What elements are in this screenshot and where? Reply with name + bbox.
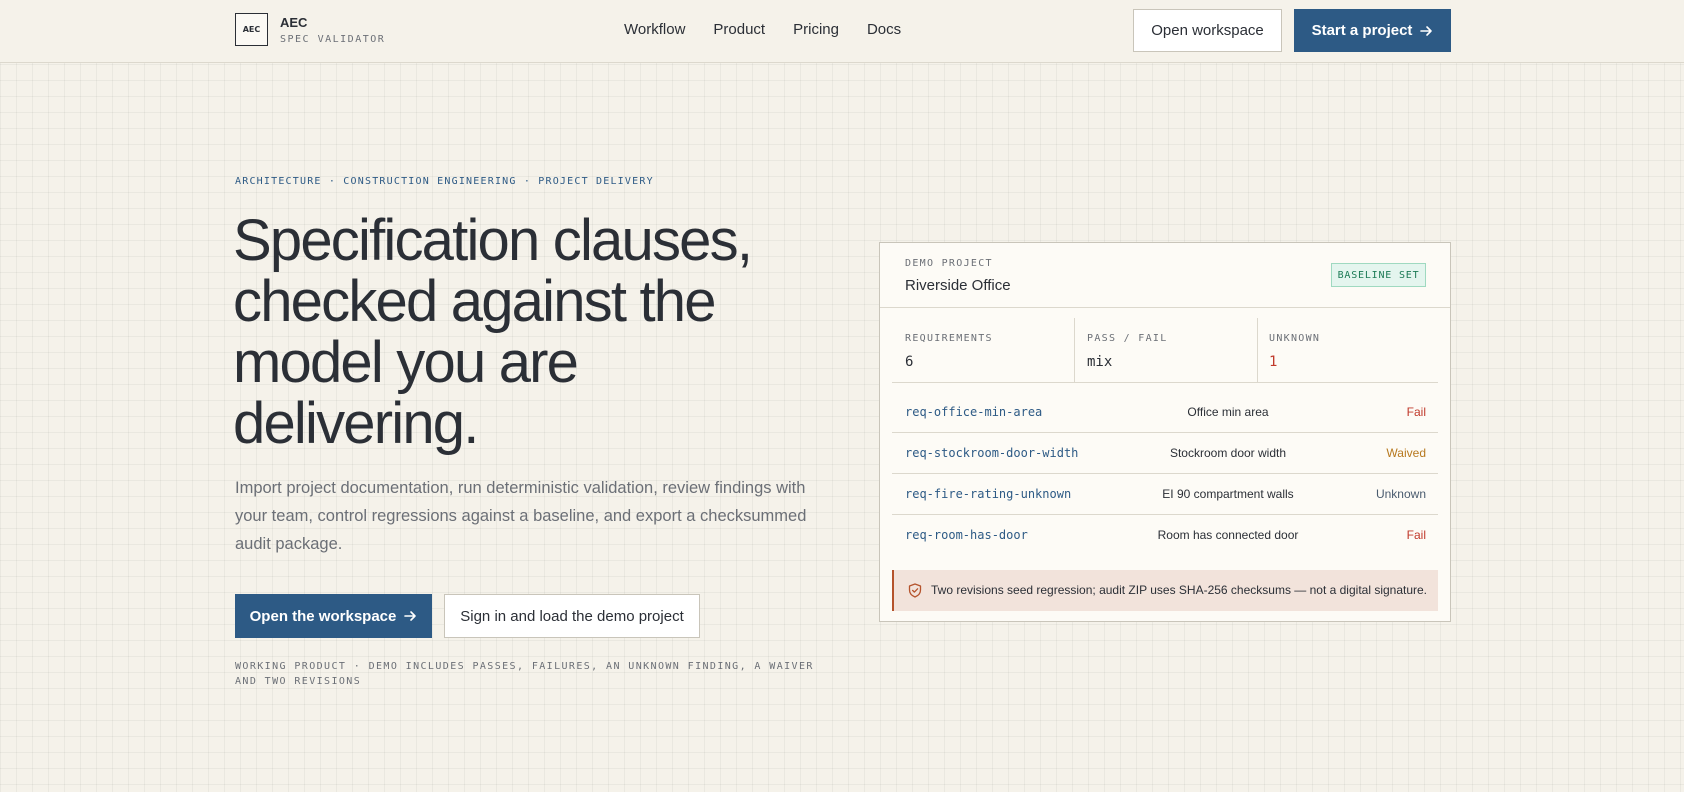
demo-project-card: DEMO PROJECT Riverside Office BASELINE S… [879,242,1451,622]
hero-headline: Specification clauses, checked against t… [233,208,753,456]
site-header: AEC AEC SPEC VALIDATOR Workflow Product … [0,0,1684,63]
requirement-status: Unknown [1375,487,1426,501]
brand-subtitle: SPEC VALIDATOR [280,33,386,45]
sign-in-demo-label: Sign in and load the demo project [460,607,684,625]
requirement-status: Waived [1386,446,1426,460]
brand-name: AEC [280,14,308,30]
start-project-button[interactable]: Start a project [1294,9,1451,52]
requirement-id: req-office-min-area [905,405,1043,419]
requirement-row[interactable]: req-office-min-area Office min area Fail [892,392,1438,433]
requirement-row[interactable]: req-fire-rating-unknown EI 90 compartmen… [892,474,1438,515]
requirement-id: req-room-has-door [905,528,1028,542]
requirement-description: EI 90 compartment walls [1162,487,1294,501]
nav-link-product[interactable]: Product [713,21,765,38]
card-title: Riverside Office [905,277,1011,294]
notice-text: Two revisions seed regression; audit ZIP… [931,583,1428,597]
stat-unknown: UNKNOWN 1 [1269,318,1429,382]
shield-icon [908,583,922,598]
requirement-description: Room has connected door [1157,528,1299,542]
open-the-workspace-label: Open the workspace [249,607,397,625]
open-the-workspace-button[interactable]: Open the workspace [235,594,432,638]
requirement-id: req-stockroom-door-width [905,446,1079,460]
stat-label: UNKNOWN [1269,333,1321,344]
hero-footnote: WORKING PRODUCT · DEMO INCLUDES PASSES, … [235,661,814,687]
nav-link-docs[interactable]: Docs [867,21,901,38]
requirement-description: Stockroom door width [1169,446,1287,460]
stat-value: mix [1087,354,1113,370]
baseline-badge: BASELINE SET [1331,263,1426,287]
stat-value: 1 [1269,354,1278,370]
hero-eyebrow: ARCHITECTURE · CONSTRUCTION ENGINEERING … [235,176,654,187]
checksum-notice: Two revisions seed regression; audit ZIP… [892,570,1438,611]
open-workspace-button[interactable]: Open workspace [1133,9,1282,52]
brand-logo[interactable]: AEC AEC SPEC VALIDATOR [235,13,385,46]
card-header: DEMO PROJECT Riverside Office BASELINE S… [880,243,1450,308]
brand-mark-icon: AEC [235,13,268,46]
requirement-status: Fail [1406,405,1426,419]
main-nav: Workflow Product Pricing Docs [624,21,901,38]
stat-divider [1257,318,1258,382]
brand-text: AEC SPEC VALIDATOR [280,15,385,45]
arrow-right-icon [1420,25,1433,36]
requirement-id: req-fire-rating-unknown [905,487,1072,501]
divider [892,382,1438,383]
requirement-description: Office min area [1187,405,1269,419]
arrow-right-icon [404,611,417,621]
stat-requirements: REQUIREMENTS 6 [905,318,1065,382]
requirement-status: Fail [1406,528,1426,542]
card-label: DEMO PROJECT [905,258,993,269]
stat-label: PASS / FAIL [1087,333,1168,344]
start-project-label: Start a project [1311,22,1413,39]
nav-link-pricing[interactable]: Pricing [793,21,839,38]
stat-pass-fail: PASS / FAIL mix [1087,318,1247,382]
sign-in-demo-button[interactable]: Sign in and load the demo project [444,594,700,638]
hero-lede: Import project documentation, run determ… [235,479,807,553]
stat-divider [1074,318,1075,382]
stat-value: 6 [905,354,914,370]
open-workspace-label: Open workspace [1151,22,1264,39]
requirement-row[interactable]: req-room-has-door Room has connected doo… [892,515,1438,556]
stat-label: REQUIREMENTS [905,333,993,344]
nav-link-workflow[interactable]: Workflow [624,21,685,38]
requirement-row[interactable]: req-stockroom-door-width Stockroom door … [892,433,1438,474]
